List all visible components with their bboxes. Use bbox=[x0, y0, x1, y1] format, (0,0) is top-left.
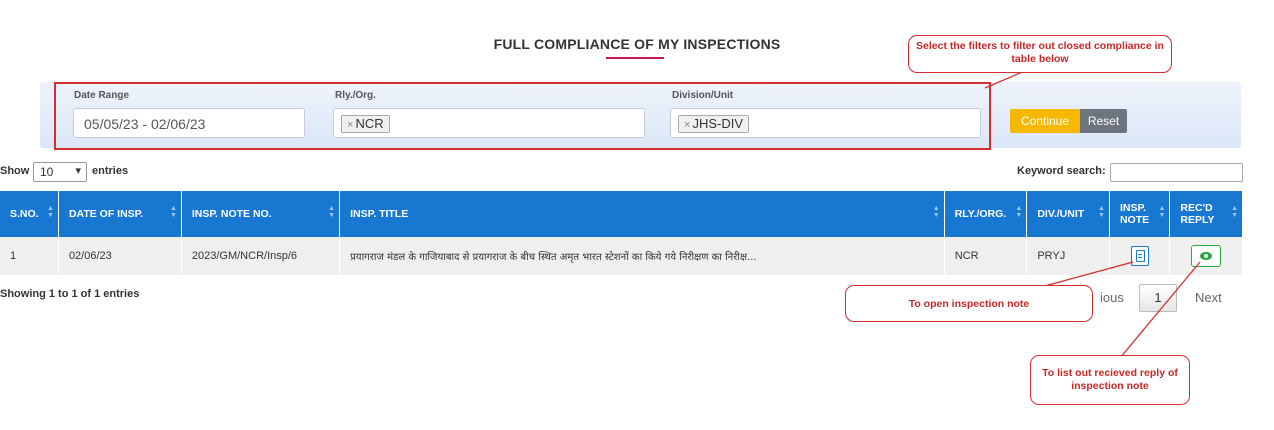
division-chip-label: JHS-DIV bbox=[692, 116, 743, 131]
chip-remove-icon[interactable]: × bbox=[684, 119, 690, 131]
col-note-no[interactable]: INSP. NOTE NO. ▲ ▼ bbox=[181, 191, 341, 237]
date-range-value: 05/05/23 - 02/06/23 bbox=[84, 116, 206, 132]
show-label: Show bbox=[0, 165, 30, 177]
sort-icon: ▲ ▼ bbox=[1015, 205, 1023, 219]
current-page-button[interactable]: 1 bbox=[1139, 284, 1177, 312]
col-div-unit[interactable]: DIV./UNIT ▲ ▼ bbox=[1026, 191, 1110, 237]
col-date[interactable]: DATE OF INSP. ▲ ▼ bbox=[58, 191, 182, 237]
cell-recd-reply bbox=[1169, 237, 1243, 275]
sort-icon: ▲ ▼ bbox=[47, 205, 54, 219]
col-sno[interactable]: S.NO. ▲ ▼ bbox=[0, 191, 59, 237]
sort-icon: ▲ ▼ bbox=[169, 205, 177, 219]
col-insp-note[interactable]: INSP. NOTE ▲ ▼ bbox=[1109, 191, 1171, 237]
reset-button[interactable]: Reset bbox=[1080, 109, 1127, 133]
open-note-callout: To open inspection note bbox=[845, 285, 1093, 322]
title-underline bbox=[606, 57, 664, 59]
date-range-label: Date Range bbox=[74, 90, 130, 101]
sort-icon: ▲ ▼ bbox=[1231, 205, 1238, 219]
eye-icon bbox=[1200, 252, 1213, 260]
cell-title: प्रयागराज मंडल के गाजियाबाद से प्रयागराज… bbox=[339, 237, 945, 275]
cell-div-unit: PRYJ bbox=[1026, 237, 1110, 275]
entries-value: 10 bbox=[40, 165, 54, 179]
keyword-search-label: Keyword search: bbox=[1017, 165, 1106, 177]
rly-org-select[interactable]: × NCR bbox=[333, 108, 645, 138]
rly-org-label: Rly./Org. bbox=[335, 90, 376, 101]
inspections-table: S.NO. ▲ ▼ DATE OF INSP. ▲ ▼ INSP. NOTE NO. ▲ ▼… bbox=[0, 191, 1243, 275]
rly-org-chip-label: NCR bbox=[355, 116, 384, 131]
cell-rly-org: NCR bbox=[944, 237, 1028, 275]
list-reply-callout: To list out recieved reply of inspection… bbox=[1030, 355, 1190, 405]
sort-icon: ▲ ▼ bbox=[932, 205, 940, 219]
cell-note-no: 2023/GM/NCR/Insp/6 bbox=[181, 237, 341, 275]
division-select[interactable]: × JHS-DIV bbox=[670, 108, 981, 138]
cell-sno: 1 bbox=[0, 237, 59, 275]
division-label: Division/Unit bbox=[672, 90, 734, 101]
view-reply-button[interactable] bbox=[1191, 245, 1222, 267]
cell-insp-note bbox=[1109, 237, 1171, 275]
chevron-down-icon: ▾ bbox=[75, 165, 81, 177]
col-title[interactable]: INSP. TITLE ▲ ▼ bbox=[339, 191, 945, 237]
table-row: 1 02/06/23 2023/GM/NCR/Insp/6 प्रयागराज … bbox=[0, 237, 1243, 275]
sort-icon: ▲ ▼ bbox=[328, 205, 336, 219]
date-range-input[interactable]: 05/05/23 - 02/06/23 bbox=[73, 108, 305, 138]
col-recd-reply[interactable]: REC'D REPLY ▲ ▼ bbox=[1169, 191, 1243, 237]
previous-page-link[interactable]: ious bbox=[1100, 290, 1124, 305]
entries-label: entries bbox=[92, 165, 129, 177]
division-chip[interactable]: × JHS-DIV bbox=[678, 115, 749, 133]
sort-icon: ▲ ▼ bbox=[1158, 205, 1166, 219]
rly-org-chip[interactable]: × NCR bbox=[341, 115, 390, 133]
col-rly-org[interactable]: RLY./ORG. ▲ ▼ bbox=[944, 191, 1028, 237]
sort-icon: ▲ ▼ bbox=[1098, 205, 1105, 219]
cell-date: 02/06/23 bbox=[58, 237, 182, 275]
open-note-button[interactable] bbox=[1130, 246, 1149, 266]
continue-button[interactable]: Continue bbox=[1010, 109, 1080, 133]
chip-remove-icon[interactable]: × bbox=[347, 119, 353, 131]
keyword-search-input[interactable] bbox=[1110, 163, 1243, 182]
table-header-row: S.NO. ▲ ▼ DATE OF INSP. ▲ ▼ INSP. NOTE NO. ▲ ▼… bbox=[0, 191, 1243, 237]
next-page-link[interactable]: Next bbox=[1195, 290, 1222, 305]
document-icon bbox=[1135, 250, 1145, 262]
entries-select[interactable]: 10 ▾ bbox=[33, 162, 87, 182]
filters-callout: Select the filters to filter out closed … bbox=[908, 35, 1172, 73]
showing-entries-info: Showing 1 to 1 of 1 entries bbox=[0, 288, 140, 300]
